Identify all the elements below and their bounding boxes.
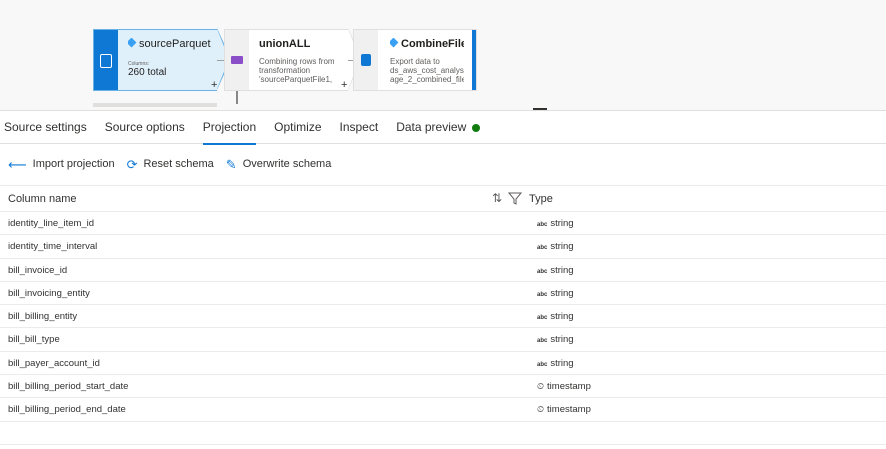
table-row[interactable]: bill_billing_period_end_date ⏲ timestamp (0, 398, 886, 422)
type-label: timestamp (547, 404, 591, 416)
diamond-icon (390, 38, 399, 48)
filter-icon[interactable] (507, 191, 523, 208)
divider (0, 444, 886, 445)
source-node-title: sourceParquetF... (139, 38, 211, 50)
column-name-cell: identity_time_interval (8, 241, 98, 253)
projection-toolbar: ⟵ Import projection ⟳ Reset schema ✎ Ove… (8, 154, 343, 174)
diamond-icon (128, 38, 137, 48)
type-header: Type (529, 193, 553, 205)
union-node-description: Combining rows from transformation 'sour… (259, 57, 335, 84)
type-cell: abc string (537, 241, 574, 252)
reset-schema-button[interactable]: ⟳ Reset schema (127, 158, 214, 171)
type-label: string (550, 334, 574, 346)
table-row[interactable]: bill_payer_account_id abc string (0, 352, 886, 376)
overwrite-schema-button[interactable]: ✎ Overwrite schema (226, 158, 332, 171)
type-cell: abc string (537, 265, 574, 276)
type-cell: abc string (537, 358, 574, 369)
type-label: string (550, 357, 574, 369)
columns-value: 260 total (128, 67, 167, 78)
string-type-icon: abc (537, 222, 548, 228)
clock-icon: ⏲ (537, 404, 545, 415)
type-cell: abc string (537, 218, 574, 229)
tab-source-settings[interactable]: Source settings (4, 110, 87, 144)
column-name-cell: bill_invoice_id (8, 264, 68, 276)
type-label: string (550, 241, 574, 253)
table-header: Column name ⇅ Type (0, 185, 886, 212)
tab-data-preview[interactable]: Data preview (396, 110, 481, 144)
union-icon (225, 30, 249, 90)
type-label: string (550, 287, 574, 299)
table-row[interactable]: identity_time_interval abc string (0, 235, 886, 259)
sink-node[interactable]: CombineFile Export data to ds_aws_cost_a… (353, 29, 477, 91)
table-row[interactable]: bill_invoicing_entity abc string (0, 282, 886, 306)
column-name-cell: bill_payer_account_id (8, 357, 100, 369)
settings-tabs: Source settings Source options Projectio… (0, 110, 886, 145)
pencil-icon: ✎ (225, 156, 237, 172)
type-cell: ⏲ timestamp (537, 381, 591, 392)
table-row[interactable]: identity_line_item_id abc string (0, 212, 886, 236)
type-label: timestamp (547, 381, 591, 393)
string-type-icon: abc (537, 291, 548, 298)
tab-source-options[interactable]: Source options (105, 110, 185, 144)
string-type-icon: abc (537, 245, 548, 252)
string-type-icon: abc (537, 315, 548, 322)
branch-line (236, 91, 238, 104)
add-transformation-button[interactable]: + (341, 79, 347, 91)
tab-data-preview-label: Data preview (396, 120, 467, 134)
string-type-icon: abc (537, 338, 548, 345)
column-name-cell: bill_bill_type (8, 334, 60, 346)
tab-projection[interactable]: Projection (202, 110, 257, 145)
column-name-cell: bill_billing_period_start_date (8, 381, 129, 393)
sink-node-title: CombineFile (401, 38, 464, 50)
column-name-cell: bill_billing_period_end_date (8, 404, 126, 416)
type-label: string (550, 264, 574, 276)
column-name-cell: bill_invoicing_entity (8, 287, 90, 299)
type-cell: abc string (537, 311, 574, 322)
column-name-cell: bill_billing_entity (8, 311, 78, 323)
import-projection-button[interactable]: ⟵ Import projection (8, 158, 115, 171)
reset-schema-label: Reset schema (143, 158, 214, 170)
union-node-title: unionALL (259, 38, 311, 50)
add-transformation-button[interactable]: + (211, 79, 217, 91)
sink-node-description: Export data to ds_aws_cost_analysis_St a… (390, 57, 464, 84)
node-below (93, 103, 217, 107)
status-dot-icon (472, 124, 481, 132)
table-row[interactable]: bill_billing_period_start_date ⏲ timestamp (0, 375, 886, 399)
clock-icon: ⏲ (537, 381, 545, 392)
column-name-cell: identity_line_item_id (8, 218, 95, 229)
overwrite-schema-label: Overwrite schema (242, 158, 332, 170)
arrow-left-icon: ⟵ (8, 156, 27, 172)
table-row[interactable]: bill_billing_entity abc string (0, 305, 886, 329)
type-label: string (550, 218, 574, 229)
schema-table: identity_line_item_id abc string identity_t… (0, 212, 886, 422)
tab-optimize[interactable]: Optimize (274, 110, 321, 144)
string-type-icon: abc (537, 268, 548, 275)
tab-inspect[interactable]: Inspect (340, 110, 379, 144)
type-label: string (550, 311, 574, 323)
column-name-header: Column name (8, 193, 77, 205)
table-row[interactable]: bill_invoice_id abc string (0, 259, 886, 282)
source-node[interactable]: sourceParquetF... Columns: 260 total (93, 28, 231, 91)
table-row[interactable]: bill_bill_type abc string (0, 328, 886, 352)
type-cell: abc string (537, 288, 574, 299)
sort-icon[interactable]: ⇅ (492, 191, 502, 205)
source-icon (94, 30, 118, 90)
import-projection-label: Import projection (32, 158, 115, 170)
refresh-icon: ⟳ (126, 156, 138, 172)
type-cell: ⏲ timestamp (537, 404, 591, 415)
union-node[interactable]: unionALL Combining rows from transformat… (224, 28, 362, 91)
type-cell: abc string (537, 334, 574, 345)
dataflow-canvas[interactable]: sourceParquetF... Columns: 260 total + u… (0, 0, 886, 110)
string-type-icon: abc (537, 361, 548, 368)
sink-icon (354, 30, 378, 90)
